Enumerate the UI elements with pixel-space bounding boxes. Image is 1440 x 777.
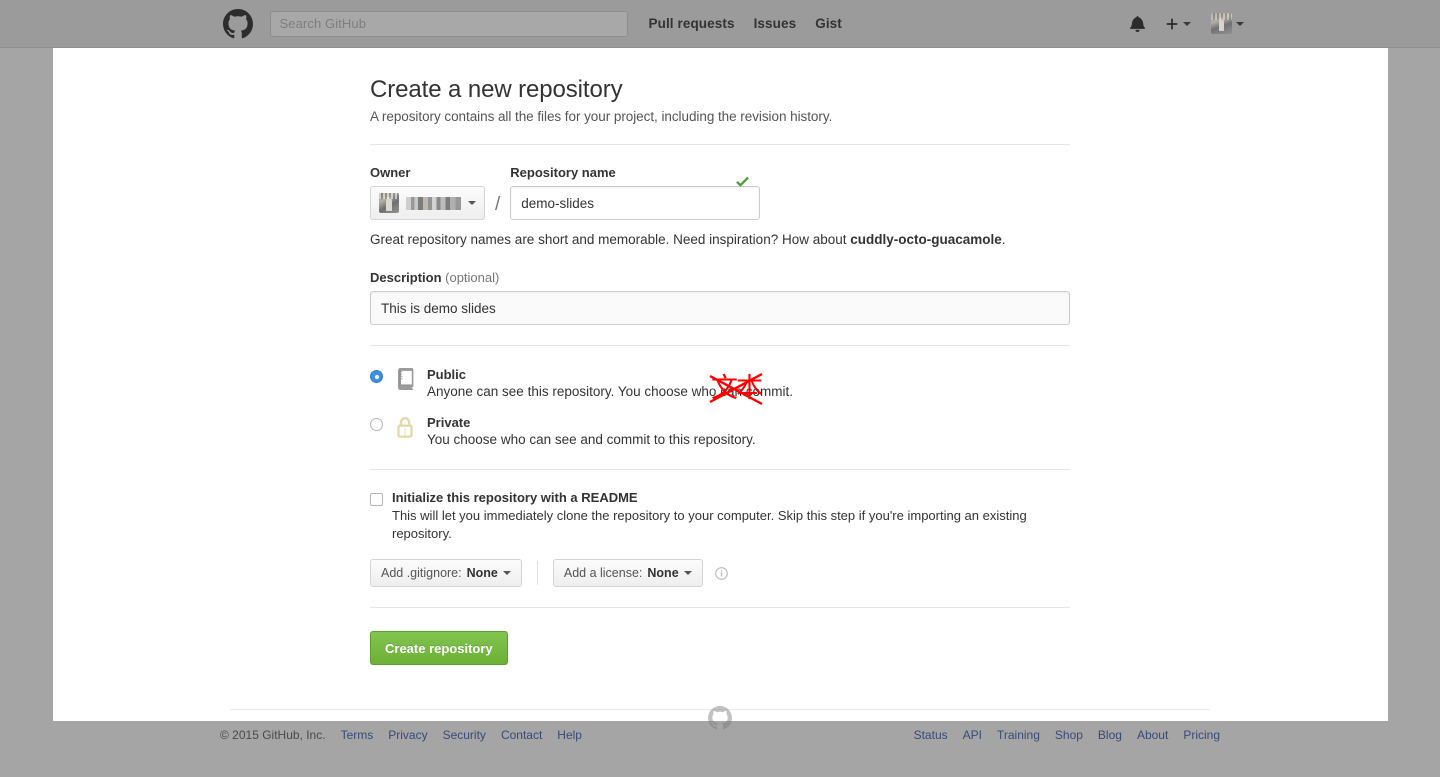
readme-option[interactable]: Initialize this repository with a README…	[370, 490, 1070, 543]
create-new-menu[interactable]	[1165, 17, 1191, 31]
header-nav: Pull requests Issues Gist	[649, 16, 842, 31]
visibility-private-description: You choose who can see and commit to thi…	[427, 432, 756, 447]
license-value: None	[647, 566, 679, 580]
lock-icon	[394, 414, 416, 440]
description-label-text: Description	[370, 270, 442, 285]
footer-link-api[interactable]: API	[963, 728, 982, 742]
footer-link-contact[interactable]: Contact	[501, 728, 542, 742]
plus-icon	[1165, 17, 1179, 31]
description-field: Description (optional)	[370, 270, 1070, 325]
footer-left-links: © 2015 GitHub, Inc. Terms Privacy Securi…	[220, 728, 582, 742]
chevron-down-icon	[683, 571, 692, 575]
readme-text: Initialize this repository with a README…	[392, 490, 1070, 543]
site-footer: © 2015 GitHub, Inc. Terms Privacy Securi…	[0, 706, 1440, 777]
check-icon	[734, 173, 751, 190]
hint-suffix: .	[1001, 232, 1006, 247]
avatar	[1211, 13, 1232, 34]
gitignore-select[interactable]: Add .gitignore: None	[370, 559, 522, 587]
description-optional-tag: (optional)	[445, 270, 500, 285]
footer-link-security[interactable]: Security	[443, 728, 486, 742]
page-title: Create a new repository	[370, 76, 623, 103]
create-repository-button[interactable]: Create repository	[370, 631, 508, 665]
visibility-option-public[interactable]: Public Anyone can see this repository. Y…	[370, 366, 1070, 406]
repo-book-icon	[394, 366, 416, 392]
nav-pull-requests[interactable]: Pull requests	[649, 16, 735, 31]
footer-copyright: © 2015 GitHub, Inc.	[220, 728, 326, 742]
license-select[interactable]: Add a license: None	[552, 559, 703, 587]
nav-gist[interactable]: Gist	[815, 16, 842, 31]
repository-name-label: Repository name	[510, 165, 616, 180]
owner-select-button[interactable]	[370, 186, 485, 220]
footer-link-shop[interactable]: Shop	[1055, 728, 1083, 742]
footer-link-pricing[interactable]: Pricing	[1183, 728, 1220, 742]
select-divider	[536, 561, 538, 585]
visibility-public-text: Public Anyone can see this repository. Y…	[427, 366, 793, 401]
owner-name-separator: /	[495, 194, 501, 215]
chevron-down-icon	[1183, 21, 1191, 26]
description-input[interactable]	[370, 291, 1070, 325]
readme-checkbox[interactable]	[370, 493, 383, 506]
chevron-down-icon	[468, 201, 476, 205]
footer-link-training[interactable]: Training	[997, 728, 1040, 742]
repository-name-field: Repository name	[510, 165, 761, 220]
page-subtitle: A repository contains all the files for …	[370, 109, 833, 124]
divider	[370, 469, 1070, 470]
github-mark-icon	[708, 706, 732, 730]
visibility-private-title: Private	[427, 415, 471, 430]
footer-link-blog[interactable]: Blog	[1098, 728, 1122, 742]
search-input[interactable]: Search GitHub	[269, 10, 628, 37]
owner-and-name-row: Owner / Repository name	[370, 165, 1070, 220]
template-selects: Add .gitignore: None Add a license: None	[370, 559, 1070, 587]
divider	[370, 144, 1070, 145]
visibility-public-title: Public	[427, 367, 467, 382]
github-mark-icon[interactable]	[222, 8, 253, 39]
hint-prefix: Great repository names are short and mem…	[370, 232, 851, 247]
radio-private[interactable]	[370, 418, 383, 431]
header-right-actions	[1130, 0, 1244, 47]
footer-link-terms[interactable]: Terms	[341, 728, 374, 742]
bell-icon[interactable]	[1130, 15, 1145, 32]
visibility-public-description: Anyone can see this repository. You choo…	[427, 384, 793, 399]
gitignore-value: None	[466, 566, 498, 580]
readme-description: This will let you immediately clone the …	[392, 508, 1027, 541]
readme-title: Initialize this repository with a README	[392, 490, 638, 505]
chevron-down-icon	[502, 571, 511, 575]
owner-name-redacted	[406, 196, 461, 210]
visibility-private-text: Private You choose who can see and commi…	[427, 414, 756, 449]
info-circle-icon[interactable]	[714, 566, 729, 581]
footer-right-links: Status API Training Shop Blog About Pric…	[914, 728, 1220, 742]
user-menu[interactable]	[1211, 13, 1244, 34]
license-prefix: Add a license:	[563, 566, 643, 580]
footer-link-about[interactable]: About	[1137, 728, 1168, 742]
footer-inner: © 2015 GitHub, Inc. Terms Privacy Securi…	[220, 706, 1220, 742]
chevron-down-icon	[1236, 21, 1244, 26]
visibility-option-private[interactable]: Private You choose who can see and commi…	[370, 414, 1070, 449]
owner-label: Owner	[370, 165, 411, 180]
header-inner: Search GitHub Pull requests Issues Gist	[218, 0, 1223, 47]
owner-field: Owner	[370, 165, 485, 220]
new-repository-form: Create a new repository A repository con…	[370, 48, 1070, 665]
divider	[370, 607, 1070, 608]
site-header: Search GitHub Pull requests Issues Gist	[0, 0, 1440, 48]
owner-avatar	[379, 193, 399, 213]
repository-name-input[interactable]	[510, 186, 761, 220]
footer-link-help[interactable]: Help	[557, 728, 582, 742]
hint-suggestion: cuddly-octo-guacamole	[850, 232, 1002, 247]
footer-link-status[interactable]: Status	[914, 728, 948, 742]
gitignore-prefix: Add .gitignore:	[381, 566, 462, 580]
repository-name-hint: Great repository names are short and mem…	[370, 232, 1070, 247]
divider	[370, 345, 1070, 346]
nav-issues[interactable]: Issues	[754, 16, 797, 31]
page-card: Create a new repository A repository con…	[52, 48, 1388, 721]
description-label: Description (optional)	[370, 270, 1070, 285]
footer-link-privacy[interactable]: Privacy	[388, 728, 427, 742]
radio-public[interactable]	[370, 370, 383, 383]
search-placeholder: Search GitHub	[279, 16, 367, 31]
